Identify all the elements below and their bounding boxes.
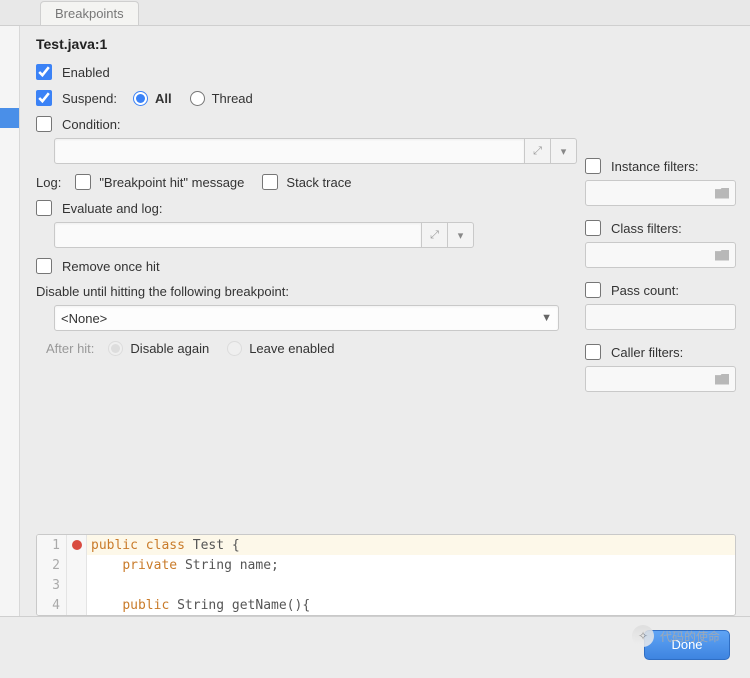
pass-count-label: Pass count: — [611, 283, 679, 298]
after-hit-leave-radio — [227, 341, 242, 356]
suspend-label: Suspend: — [62, 91, 117, 106]
log-bphit-label: "Breakpoint hit" message — [99, 175, 244, 190]
gutter[interactable] — [67, 575, 87, 595]
folder-icon — [715, 250, 729, 261]
line-number: 3 — [37, 575, 67, 595]
suspend-all-label: All — [155, 91, 172, 106]
code-line: 1 public class Test { — [37, 535, 735, 555]
tab-breakpoints[interactable]: Breakpoints — [40, 1, 139, 25]
tab-bar: Breakpoints — [0, 0, 750, 26]
breakpoint-icon — [72, 540, 82, 550]
caller-filters-field[interactable] — [585, 366, 736, 392]
gutter[interactable] — [67, 595, 87, 615]
code-line: 2 private String name; — [37, 555, 735, 575]
suspend-thread-radio[interactable] — [190, 91, 205, 106]
after-hit-disable-radio — [108, 341, 123, 356]
condition-history-dropdown[interactable]: ▾ — [551, 138, 577, 164]
folder-icon — [715, 374, 729, 385]
line-number: 2 — [37, 555, 67, 575]
code-line: 4 public String getName(){ — [37, 595, 735, 615]
evaluate-log-checkbox[interactable] — [36, 200, 52, 216]
watermark-text: 代码的使命 — [660, 628, 720, 645]
after-hit-label: After hit: — [46, 341, 94, 356]
condition-expand-button[interactable] — [525, 138, 551, 164]
instance-filters-label: Instance filters: — [611, 159, 698, 174]
code-line: 3 — [37, 575, 735, 595]
enabled-label: Enabled — [62, 65, 110, 80]
caller-filters-checkbox[interactable] — [585, 344, 601, 360]
log-label: Log: — [36, 175, 61, 190]
code-text: public class Test { — [87, 538, 240, 553]
log-stack-label: Stack trace — [286, 175, 351, 190]
caller-filters-label: Caller filters: — [611, 345, 683, 360]
code-preview: 1 public class Test { 2 private String nam… — [36, 534, 736, 616]
instance-filters-checkbox[interactable] — [585, 158, 601, 174]
breakpoint-title: Test.java:1 — [36, 36, 750, 52]
left-list-selection — [0, 108, 19, 128]
dialog-footer: ✧ 代码的使命 Done — [0, 616, 750, 672]
disable-until-label: Disable until hitting the following brea… — [36, 284, 289, 299]
condition-checkbox[interactable] — [36, 116, 52, 132]
condition-label: Condition: — [62, 117, 121, 132]
disable-until-combo[interactable]: <None> ▼ — [54, 305, 559, 331]
code-text: private String name; — [87, 558, 279, 573]
after-hit-disable-label: Disable again — [130, 341, 209, 356]
folder-icon — [715, 188, 729, 199]
after-hit-leave-label: Leave enabled — [249, 341, 334, 356]
wechat-icon: ✧ — [632, 625, 654, 647]
suspend-all-radio[interactable] — [133, 91, 148, 106]
suspend-checkbox[interactable] — [36, 90, 52, 106]
enabled-checkbox[interactable] — [36, 64, 52, 80]
evaluate-log-field[interactable] — [54, 222, 422, 248]
log-bphit-checkbox[interactable] — [75, 174, 91, 190]
gutter[interactable] — [67, 535, 87, 555]
class-filters-checkbox[interactable] — [585, 220, 601, 236]
log-stack-checkbox[interactable] — [262, 174, 278, 190]
line-number: 4 — [37, 595, 67, 615]
pass-count-checkbox[interactable] — [585, 282, 601, 298]
remove-once-checkbox[interactable] — [36, 258, 52, 274]
remove-once-label: Remove once hit — [62, 259, 160, 274]
code-text: public String getName(){ — [87, 598, 310, 613]
expand-icon — [533, 145, 542, 158]
expand-icon — [430, 229, 439, 242]
gutter[interactable] — [67, 555, 87, 575]
class-filters-field[interactable] — [585, 242, 736, 268]
instance-filters-field[interactable] — [585, 180, 736, 206]
evaluate-log-label: Evaluate and log: — [62, 201, 162, 216]
condition-field[interactable] — [54, 138, 525, 164]
suspend-thread-label: Thread — [212, 91, 253, 106]
watermark: ✧ 代码的使命 — [632, 625, 720, 647]
pass-count-field[interactable] — [585, 304, 736, 330]
disable-until-value: <None> — [61, 311, 107, 326]
line-number: 1 — [37, 535, 67, 555]
chevron-down-icon: ▼ — [541, 312, 552, 324]
evaluate-log-expand-button[interactable] — [422, 222, 448, 248]
left-list-strip[interactable] — [0, 26, 20, 616]
evaluate-log-history-dropdown[interactable]: ▾ — [448, 222, 474, 248]
class-filters-label: Class filters: — [611, 221, 682, 236]
